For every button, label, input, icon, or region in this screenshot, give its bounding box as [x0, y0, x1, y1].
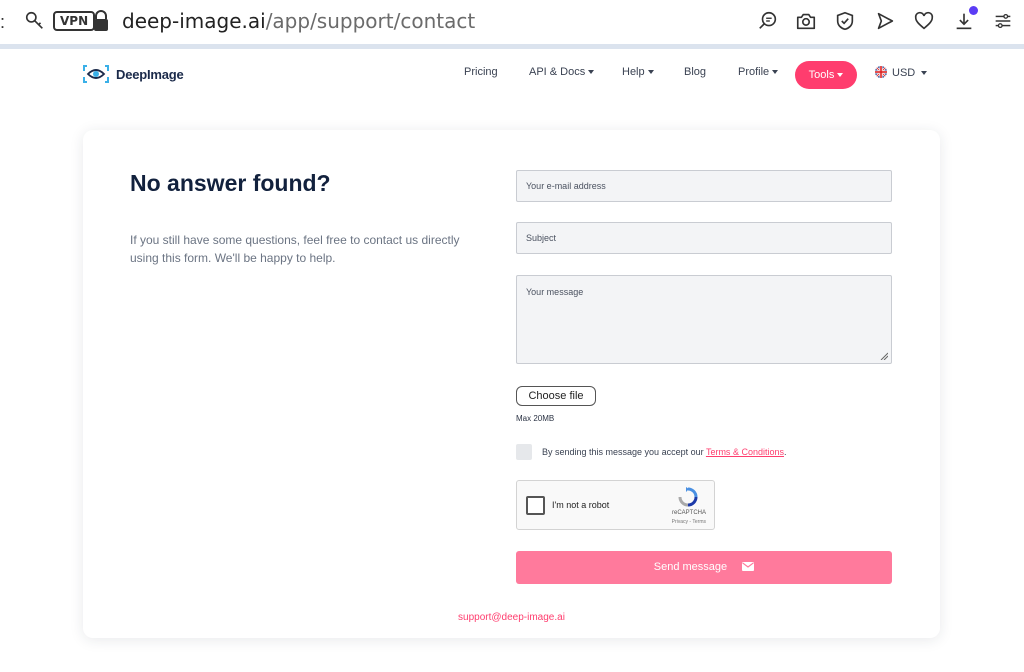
recaptcha-brand: reCAPTCHA: [671, 510, 706, 516]
recaptcha-widget: I'm not a robot reCAPTCHA Privacy - Term…: [516, 480, 715, 530]
terms-consent-text: By sending this message you accept our T…: [542, 447, 786, 457]
tools-button[interactable]: Tools: [795, 61, 857, 89]
recaptcha-terms[interactable]: Privacy - Terms: [672, 519, 706, 525]
chevron-down-icon: [647, 70, 654, 75]
menu-icon[interactable]: [992, 10, 1014, 32]
nav-profile-label: Profile: [738, 66, 770, 78]
shield-check-icon[interactable]: [834, 10, 856, 32]
url-path: /app/support/contact: [265, 9, 476, 33]
email-field[interactable]: Your e-mail address: [516, 170, 892, 202]
lock-icon[interactable]: [92, 10, 110, 32]
uk-flag-icon: [875, 66, 887, 78]
chevron-down-icon: [772, 70, 779, 75]
contact-card: No answer found? If you still have some …: [83, 130, 940, 638]
download-badge: [969, 6, 978, 15]
send-message-button[interactable]: Send message: [516, 551, 892, 584]
heart-icon[interactable]: [913, 10, 935, 32]
chevron-down-icon: [921, 71, 928, 76]
currency-label: USD: [892, 67, 916, 79]
main-nav: Pricing API & Docs Help Blog Profile Too…: [0, 61, 1024, 89]
resize-grip-icon[interactable]: [880, 352, 888, 360]
send-message-label: Send message: [653, 561, 728, 573]
message-field[interactable]: Your message: [516, 275, 892, 364]
currency-selector[interactable]: USD: [875, 66, 928, 79]
nav-blog[interactable]: Blog: [684, 66, 706, 78]
search-page-icon[interactable]: [757, 10, 779, 32]
site-header: DeepImage Pricing API & Docs Help Blog P…: [0, 49, 1024, 101]
consent-suffix: .: [783, 447, 787, 457]
subject-field[interactable]: Subject: [516, 222, 892, 254]
url-domain: deep-image.ai: [122, 9, 266, 33]
mail-icon: [742, 562, 755, 571]
recaptcha-checkbox[interactable]: [526, 496, 545, 515]
choose-file-button[interactable]: Choose file: [516, 386, 596, 406]
chevron-down-icon: [588, 70, 595, 75]
nav-pricing[interactable]: Pricing: [464, 66, 498, 78]
consent-prefix: By sending this message you accept our: [542, 447, 706, 457]
nav-profile[interactable]: Profile: [738, 66, 779, 78]
message-placeholder: Your message: [526, 287, 584, 297]
recaptcha-logo-icon: [678, 487, 698, 507]
support-email-link[interactable]: support@deep-image.ai: [83, 612, 940, 623]
toolbar-edge-glyph: :: [0, 12, 6, 32]
vpn-badge[interactable]: VPN: [53, 11, 96, 31]
chevron-down-icon: [837, 73, 844, 78]
browser-toolbar: : VPN deep-image.ai/app/support/contact: [0, 0, 1024, 44]
nav-api-docs[interactable]: API & Docs: [529, 66, 595, 78]
nav-api-docs-label: API & Docs: [529, 66, 586, 78]
send-icon[interactable]: [874, 10, 896, 32]
nav-help[interactable]: Help: [622, 66, 654, 78]
terms-checkbox[interactable]: [516, 444, 532, 460]
page-description: If you still have some questions, feel f…: [130, 233, 460, 265]
address-bar[interactable]: deep-image.ai/app/support/contact: [122, 8, 475, 34]
key-icon[interactable]: [24, 10, 46, 32]
tools-label: Tools: [808, 69, 835, 81]
recaptcha-label: I'm not a robot: [552, 500, 610, 510]
terms-link[interactable]: Terms & Conditions: [706, 447, 784, 457]
nav-help-label: Help: [622, 66, 645, 78]
camera-icon[interactable]: [795, 10, 817, 32]
page-title: No answer found?: [130, 170, 331, 196]
max-size-note: Max 20MB: [516, 414, 555, 423]
